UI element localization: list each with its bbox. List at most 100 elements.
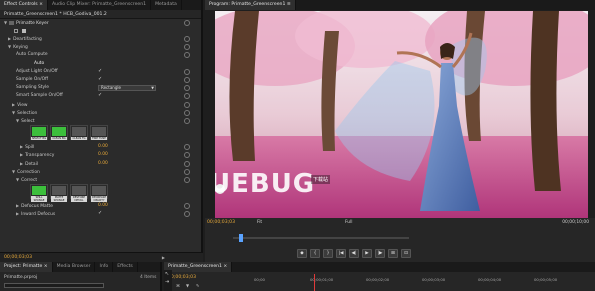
property-row[interactable]: ▼ Correction — [0, 168, 194, 176]
tab-effects[interactable]: Effects — [113, 262, 138, 272]
property-row[interactable]: ▼ Select — [0, 117, 194, 125]
property-row[interactable]: ▶ Inward Defocus ✓ — [0, 210, 194, 218]
project-file[interactable]: Primatte.prproj — [4, 275, 37, 280]
mask-rect-icon[interactable] — [14, 28, 18, 33]
mask-pen-icon[interactable] — [22, 28, 26, 33]
reset-icon[interactable] — [184, 152, 190, 159]
timeline-timecode[interactable]: 00;00;03;03 — [168, 275, 196, 280]
reset-icon[interactable] — [184, 144, 190, 151]
property-row[interactable]: Sample On/Off ✓ — [0, 76, 194, 84]
transport-button[interactable]: { — [310, 249, 320, 258]
expand-triangle-icon[interactable]: ▶ — [20, 143, 23, 151]
expand-triangle-icon[interactable]: ▶ — [20, 160, 23, 168]
transport-button[interactable]: ◀| — [349, 249, 359, 258]
expand-triangle-icon[interactable]: ▼ — [12, 168, 15, 176]
transport-button[interactable]: ◆ — [297, 249, 307, 258]
property-row[interactable]: Adjust Light On/Off ✓ — [0, 68, 194, 76]
expand-triangle-icon[interactable]: ▶ — [20, 151, 23, 159]
tab-effect-controls[interactable]: Effect Controls × — [0, 0, 48, 10]
property-value[interactable]: 0.00 — [98, 151, 108, 159]
reset-icon[interactable] — [184, 177, 190, 183]
reset-icon[interactable] — [184, 203, 190, 210]
correct-chip-button[interactable]: SPILL SPONGE — [30, 184, 48, 203]
select-chip-button[interactable]: FINE TUNE — [90, 125, 108, 141]
tab-metadata[interactable]: Metadata — [151, 0, 182, 10]
reset-icon[interactable] — [184, 52, 190, 59]
correct-chip-button[interactable]: MATTE SPONGE — [50, 184, 68, 203]
select-chip-button[interactable]: SELECT BG — [30, 125, 48, 141]
project-search-input[interactable] — [4, 283, 104, 288]
transport-button[interactable]: ⊞ — [388, 249, 398, 258]
marker-icon[interactable]: ▼ — [186, 283, 189, 288]
reset-icon[interactable] — [184, 44, 190, 51]
property-row[interactable]: Sampling Style Rectangle ▼ — [0, 84, 194, 92]
reset-icon[interactable] — [184, 160, 190, 167]
reset-icon[interactable] — [184, 20, 190, 26]
property-row[interactable]: ▶ Transparency 0.00 — [0, 151, 194, 159]
fit-dropdown[interactable]: Fit — [257, 220, 262, 225]
footer-timecode[interactable]: 00;00;03;03 — [4, 255, 32, 260]
tab-timeline[interactable]: Primatte_Greenscreen1 × — [164, 262, 233, 272]
property-value[interactable]: 0.00 — [98, 143, 108, 151]
transport-button[interactable]: } — [323, 249, 333, 258]
property-row[interactable]: ▶ Spill 0.00 — [0, 143, 194, 151]
playhead-marker[interactable] — [239, 234, 243, 242]
tab-project[interactable]: Project: Primatte × — [0, 262, 53, 272]
checkbox[interactable]: ✓ — [98, 68, 102, 76]
timeline-playhead[interactable] — [314, 274, 315, 291]
property-row[interactable]: ▼ Correct — [0, 176, 194, 184]
expand-triangle-icon[interactable]: ▶ — [12, 101, 15, 109]
program-video-frame[interactable]: UEBUG 下载站 — [215, 11, 588, 218]
linked-icon[interactable]: ⌘ — [176, 283, 180, 288]
reset-icon[interactable] — [184, 101, 190, 108]
property-value[interactable]: 0.00 — [98, 160, 108, 168]
sampling-style-select[interactable]: Rectangle ▼ — [98, 85, 156, 91]
reset-icon[interactable] — [184, 211, 190, 218]
wrench-icon[interactable]: ✎ — [196, 283, 199, 288]
select-chip-button[interactable]: CLEAN BG — [50, 125, 68, 141]
expand-triangle-icon[interactable]: ▶ — [16, 202, 19, 210]
reset-icon[interactable] — [184, 77, 190, 83]
property-row[interactable]: ▼ Keying — [0, 43, 194, 51]
transport-button[interactable]: |▶ — [375, 249, 385, 258]
transport-button[interactable]: ▶ — [362, 249, 372, 258]
checkbox[interactable]: ✓ — [98, 92, 102, 100]
program-timecode[interactable]: 00;00;03;03 — [207, 220, 235, 225]
track-select-tool-icon[interactable]: ⇥ — [165, 279, 169, 285]
fx-row-primatte[interactable]: ▼ Primatte Keyer — [0, 19, 194, 27]
tab-media-browser[interactable]: Media Browser — [53, 262, 96, 272]
checkbox[interactable]: ✓ — [98, 210, 102, 218]
expand-triangle-icon[interactable]: ▶ — [8, 35, 11, 43]
correct-chip-button[interactable]: DECREASE OPACITY — [90, 184, 108, 203]
transport-button[interactable]: |◀ — [336, 249, 346, 258]
expand-triangle-icon[interactable]: ▼ — [8, 43, 11, 51]
property-value[interactable]: 0.00 — [98, 202, 108, 210]
property-row[interactable]: ▶ Deartifacting — [0, 35, 194, 43]
reset-icon[interactable] — [184, 168, 190, 175]
reset-icon[interactable] — [184, 93, 190, 100]
property-row[interactable]: ▶ Defocus Matte 0.00 — [0, 202, 194, 210]
playhead-scrubber[interactable] — [233, 237, 409, 239]
reset-icon[interactable] — [184, 68, 190, 75]
expand-triangle-icon[interactable]: ▼ — [4, 19, 7, 27]
property-row[interactable]: Auto — [0, 60, 194, 68]
property-row[interactable]: ▶ Detail 0.00 — [0, 160, 194, 168]
footer-nav-icon[interactable]: ▶ — [162, 255, 165, 260]
expand-triangle-icon[interactable]: ▼ — [16, 176, 19, 184]
select-chip-button[interactable]: CLEAN FG — [70, 125, 88, 141]
selection-tool-icon[interactable]: ↖ — [165, 271, 169, 277]
expand-triangle-icon[interactable]: ▶ — [16, 210, 19, 218]
property-row[interactable]: ▼ Selection — [0, 109, 194, 117]
transport-button[interactable]: ⊡ — [401, 249, 411, 258]
reset-icon[interactable] — [184, 109, 190, 116]
property-row[interactable]: Auto Compute — [0, 51, 194, 59]
property-row[interactable]: ▶ View — [0, 101, 194, 109]
expand-triangle-icon[interactable]: ▼ — [12, 109, 15, 117]
timeline-ruler[interactable]: 00;00 00;00;01;00 00;00;02;00 00;00;03;00 00… — [254, 276, 594, 284]
reset-icon[interactable] — [184, 118, 190, 124]
reset-icon[interactable] — [184, 36, 190, 42]
reset-icon[interactable] — [184, 85, 190, 92]
tab-program[interactable]: Program: Primatte_Greenscreen1 ≡ — [205, 0, 296, 10]
correct-chip-button[interactable]: RESTORE DETAIL — [70, 184, 88, 203]
property-row[interactable]: Smart Sample On/Off ✓ — [0, 92, 194, 100]
